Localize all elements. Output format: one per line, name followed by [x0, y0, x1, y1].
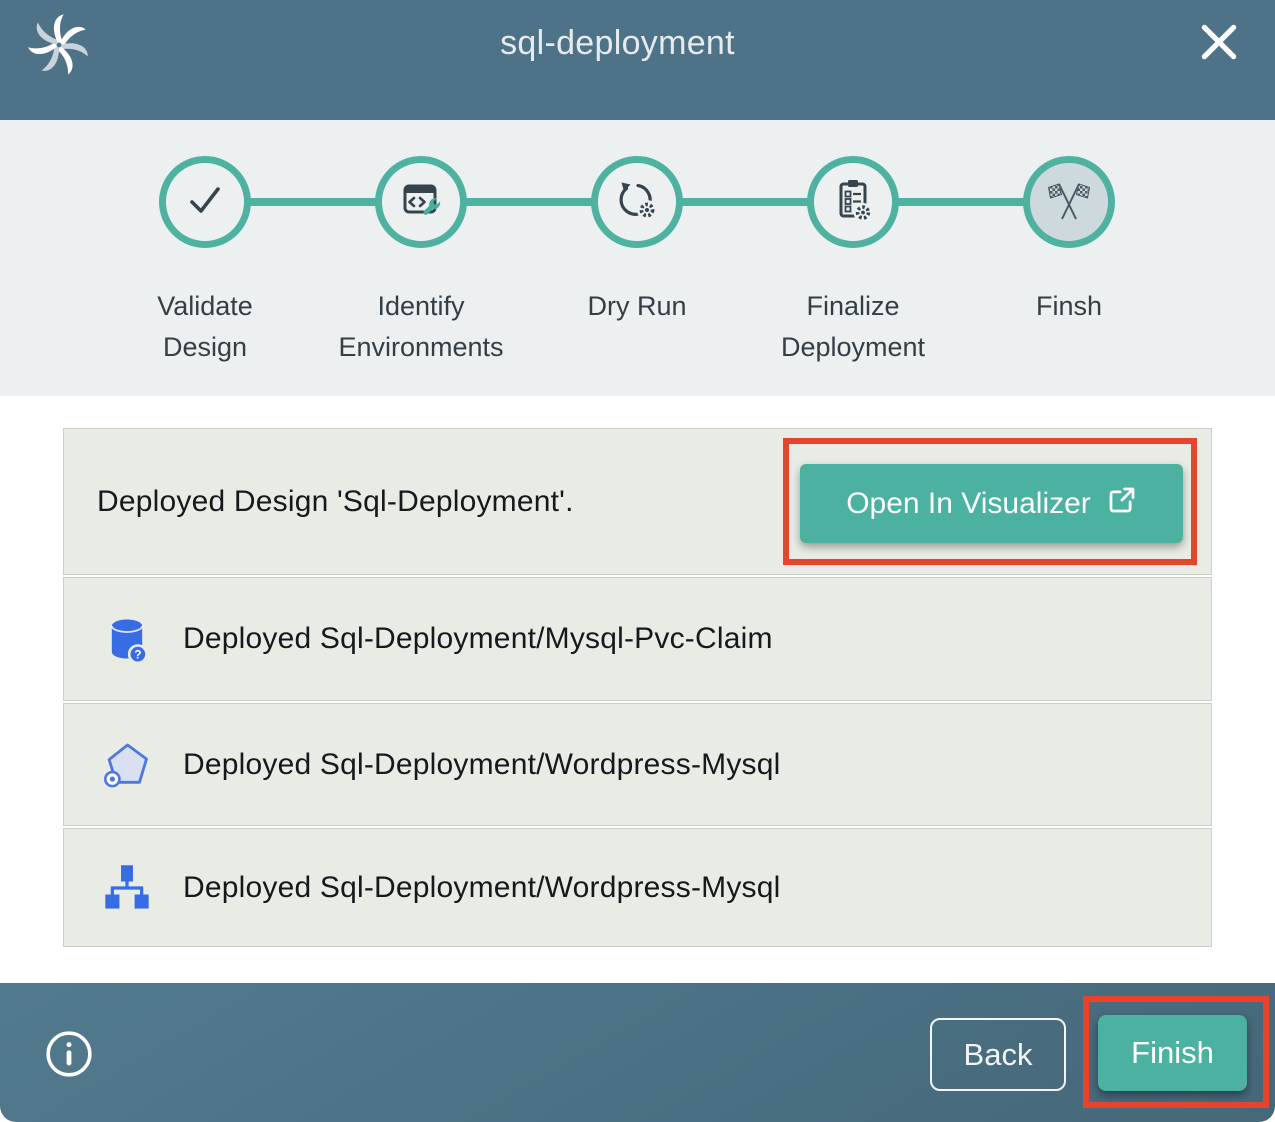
- step-label-validate-design: Validate Design: [115, 286, 295, 367]
- checkered-flags-icon: [1045, 176, 1093, 229]
- clipboard-gear-icon: [829, 176, 877, 229]
- result-row-pvc: ? Deployed Sql-Deployment/Mysql-Pvc-Clai…: [63, 577, 1212, 701]
- deployment-summary-text: Deployed Design 'Sql-Deployment'.: [97, 485, 574, 519]
- result-item-text: Deployed Sql-Deployment/Wordpress-Mysql: [183, 748, 780, 782]
- svg-text:?: ?: [134, 648, 141, 662]
- open-in-visualizer-button[interactable]: Open In Visualizer: [800, 464, 1183, 543]
- info-icon[interactable]: [44, 1029, 94, 1079]
- back-button[interactable]: Back: [930, 1018, 1066, 1091]
- open-in-new-icon: [1107, 485, 1137, 523]
- modal-title: sql-deployment: [0, 0, 1235, 86]
- deployment-wizard-modal: sql-deployment: [0, 0, 1275, 1122]
- persistent-volume-claim-icon: ?: [101, 613, 153, 665]
- close-icon[interactable]: [1195, 18, 1243, 66]
- open-in-visualizer-label: Open In Visualizer: [846, 487, 1091, 521]
- step-label-dry-run: Dry Run: [547, 286, 727, 327]
- step-dry-run[interactable]: [591, 156, 683, 248]
- step-finsh[interactable]: [1023, 156, 1115, 248]
- service-shape-icon: [101, 739, 153, 791]
- step-identify-environments[interactable]: [375, 156, 467, 248]
- modal-header: sql-deployment: [0, 0, 1275, 120]
- sync-gear-icon: [613, 176, 661, 229]
- code-window-wrench-icon: [397, 176, 445, 229]
- result-item-text: Deployed Sql-Deployment/Wordpress-Mysql: [183, 871, 780, 905]
- deployment-stepper: Validate Design Identify Environments Dr…: [0, 120, 1275, 396]
- check-icon: [181, 176, 229, 229]
- modal-footer: Back Finish: [0, 983, 1275, 1122]
- finish-button[interactable]: Finish: [1098, 1015, 1247, 1091]
- deployment-tree-icon: [101, 862, 153, 914]
- step-label-finalize-deployment: Finalize Deployment: [763, 286, 943, 367]
- step-validate-design[interactable]: [159, 156, 251, 248]
- result-row-service: Deployed Sql-Deployment/Wordpress-Mysql: [63, 703, 1212, 826]
- result-row-deployment: Deployed Sql-Deployment/Wordpress-Mysql: [63, 828, 1212, 947]
- step-label-finsh: Finsh: [979, 286, 1159, 327]
- step-finalize-deployment[interactable]: [807, 156, 899, 248]
- result-item-text: Deployed Sql-Deployment/Mysql-Pvc-Claim: [183, 622, 773, 656]
- step-label-identify-environments: Identify Environments: [331, 286, 511, 367]
